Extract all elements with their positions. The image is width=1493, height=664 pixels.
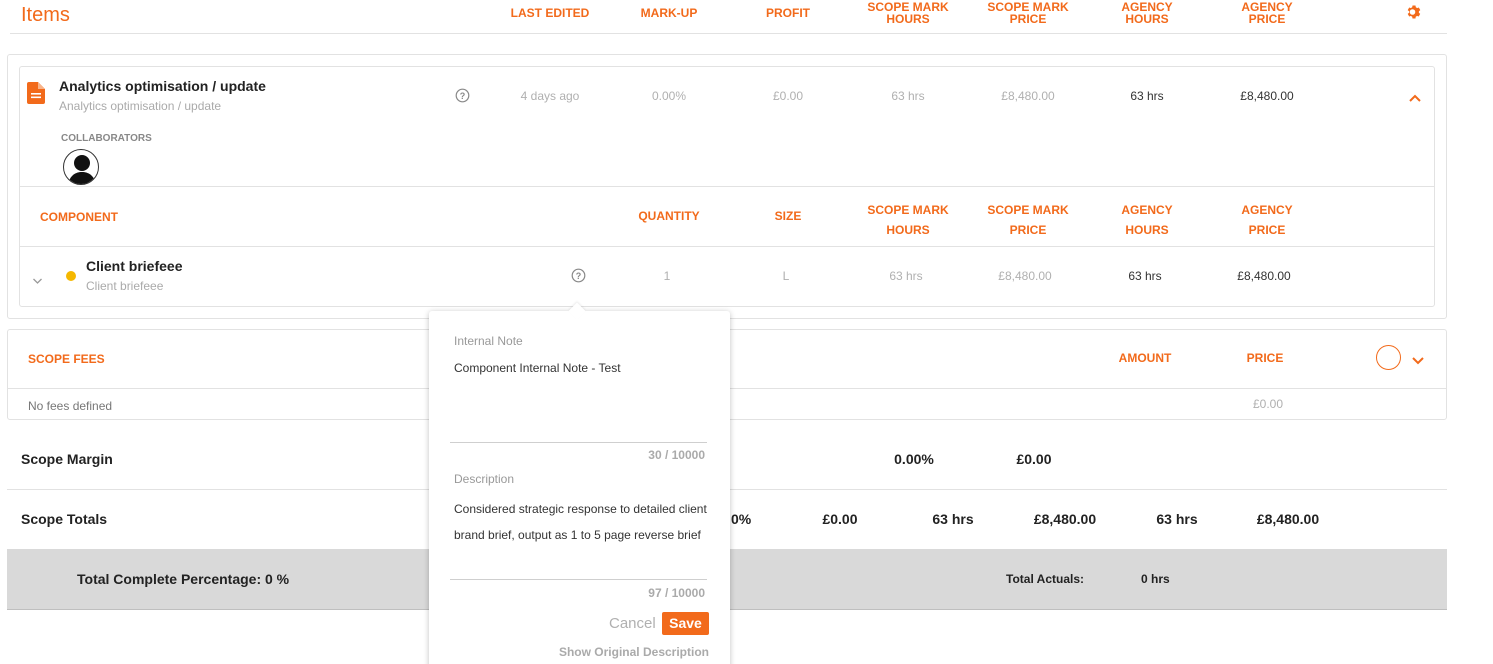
fees-col-amount: AMOUNT xyxy=(1118,351,1172,365)
col-markup: MARK-UP xyxy=(640,6,698,20)
note-popover: Internal Note Component Internal Note - … xyxy=(429,302,730,664)
component-agency-price: £8,480.00 xyxy=(1237,269,1291,283)
item-scope-hours: 63 hrs xyxy=(891,89,925,103)
save-button[interactable]: Save xyxy=(662,612,709,635)
comp-col-agency-hours: AGENCY HOURS xyxy=(1121,203,1173,237)
comp-col-scope-hours: SCOPE MARK HOURS xyxy=(867,203,949,237)
scope-fees-label: SCOPE FEES xyxy=(28,352,105,366)
svg-text:?: ? xyxy=(460,91,466,101)
col-agency-hours: AGENCY HOURS xyxy=(1121,0,1173,26)
help-icon[interactable]: ? xyxy=(455,88,470,108)
totals-scope-hours: 63 hrs xyxy=(932,511,974,527)
page-title: Items xyxy=(21,4,70,26)
chevron-up-icon[interactable] xyxy=(1408,90,1422,108)
comp-col-scope-price: SCOPE MARK PRICE xyxy=(987,203,1069,237)
col-last-edited: LAST EDITED xyxy=(510,6,590,20)
comp-col-component: COMPONENT xyxy=(40,210,118,224)
col-profit: PROFIT xyxy=(766,6,810,20)
internal-note-underline xyxy=(450,442,707,443)
component-quantity[interactable]: 1 xyxy=(617,269,717,283)
avatar[interactable] xyxy=(63,149,99,185)
component-scope-price: £8,480.00 xyxy=(998,269,1052,283)
totals-profit: £0.00 xyxy=(822,511,858,527)
scope-margin-label: Scope Margin xyxy=(21,451,113,467)
no-fees-text: No fees defined xyxy=(28,399,113,413)
component-help-icon[interactable]: ? xyxy=(571,268,586,288)
description-underline xyxy=(450,579,707,580)
totals-markup: 0% xyxy=(731,511,752,527)
comp-col-agency-price: AGENCY PRICE xyxy=(1241,203,1293,237)
totals-scope-price: £8,480.00 xyxy=(1033,511,1097,527)
item-last-edited: 4 days ago xyxy=(520,89,580,103)
svg-text:?: ? xyxy=(576,271,582,281)
item-scope-price: £8,480.00 xyxy=(1001,89,1055,103)
gear-icon[interactable] xyxy=(1406,4,1422,20)
comp-col-size: SIZE xyxy=(774,209,802,223)
fees-chevron-down-icon[interactable] xyxy=(1411,353,1425,371)
item-agency-hours: 63 hrs xyxy=(1130,89,1164,103)
col-scope-mark-hours: SCOPE MARK HOURS xyxy=(867,0,949,26)
col-agency-price: AGENCY PRICE xyxy=(1241,0,1293,26)
item-subtitle: Analytics optimisation / update xyxy=(59,99,222,113)
fees-col-price: PRICE xyxy=(1246,351,1284,365)
component-subtitle: Client briefeee xyxy=(86,279,164,293)
description-textarea[interactable]: Considered strategic response to detaile… xyxy=(454,496,712,572)
description-label: Description xyxy=(454,472,515,486)
total-actuals-label: Total Actuals: xyxy=(1006,572,1085,586)
item-profit: £0.00 xyxy=(772,89,804,103)
component-agency-hours: 63 hrs xyxy=(1128,269,1162,283)
scope-margin-profit: £0.00 xyxy=(1016,451,1052,467)
show-original-description-link[interactable]: Show Original Description xyxy=(549,645,709,659)
col-scope-mark-price: SCOPE MARK PRICE xyxy=(987,0,1069,26)
collaborators-label: COLLABORATORS xyxy=(61,133,152,144)
totals-agency-hours: 63 hrs xyxy=(1156,511,1198,527)
internal-note-label: Internal Note xyxy=(454,334,523,348)
scope-margin-markup: 0.00% xyxy=(894,451,934,467)
component-name[interactable]: Client briefeee xyxy=(86,258,182,274)
internal-note-textarea[interactable]: Component Internal Note - Test xyxy=(454,361,709,441)
comp-col-quantity: QUANTITY xyxy=(638,209,700,223)
total-complete-percentage: Total Complete Percentage: 0 % xyxy=(77,571,290,587)
status-dot xyxy=(66,271,76,281)
item-name[interactable]: Analytics optimisation / update xyxy=(59,78,266,94)
cancel-button[interactable]: Cancel xyxy=(609,615,656,632)
component-size[interactable]: L xyxy=(736,269,836,283)
fees-price-total: £0.00 xyxy=(1252,397,1284,411)
document-icon xyxy=(27,82,45,109)
internal-note-count: 30 / 10000 xyxy=(648,448,705,462)
total-actuals-value: 0 hrs xyxy=(1141,572,1170,586)
description-count: 97 / 10000 xyxy=(648,586,705,600)
scope-totals-label: Scope Totals xyxy=(21,511,108,527)
component-scope-hours: 63 hrs xyxy=(889,269,923,283)
item-agency-price: £8,480.00 xyxy=(1240,89,1294,103)
item-markup: 0.00% xyxy=(651,89,687,103)
add-fee-circle[interactable] xyxy=(1376,345,1401,370)
totals-agency-price: £8,480.00 xyxy=(1256,511,1320,527)
chevron-down-icon[interactable] xyxy=(32,272,43,290)
